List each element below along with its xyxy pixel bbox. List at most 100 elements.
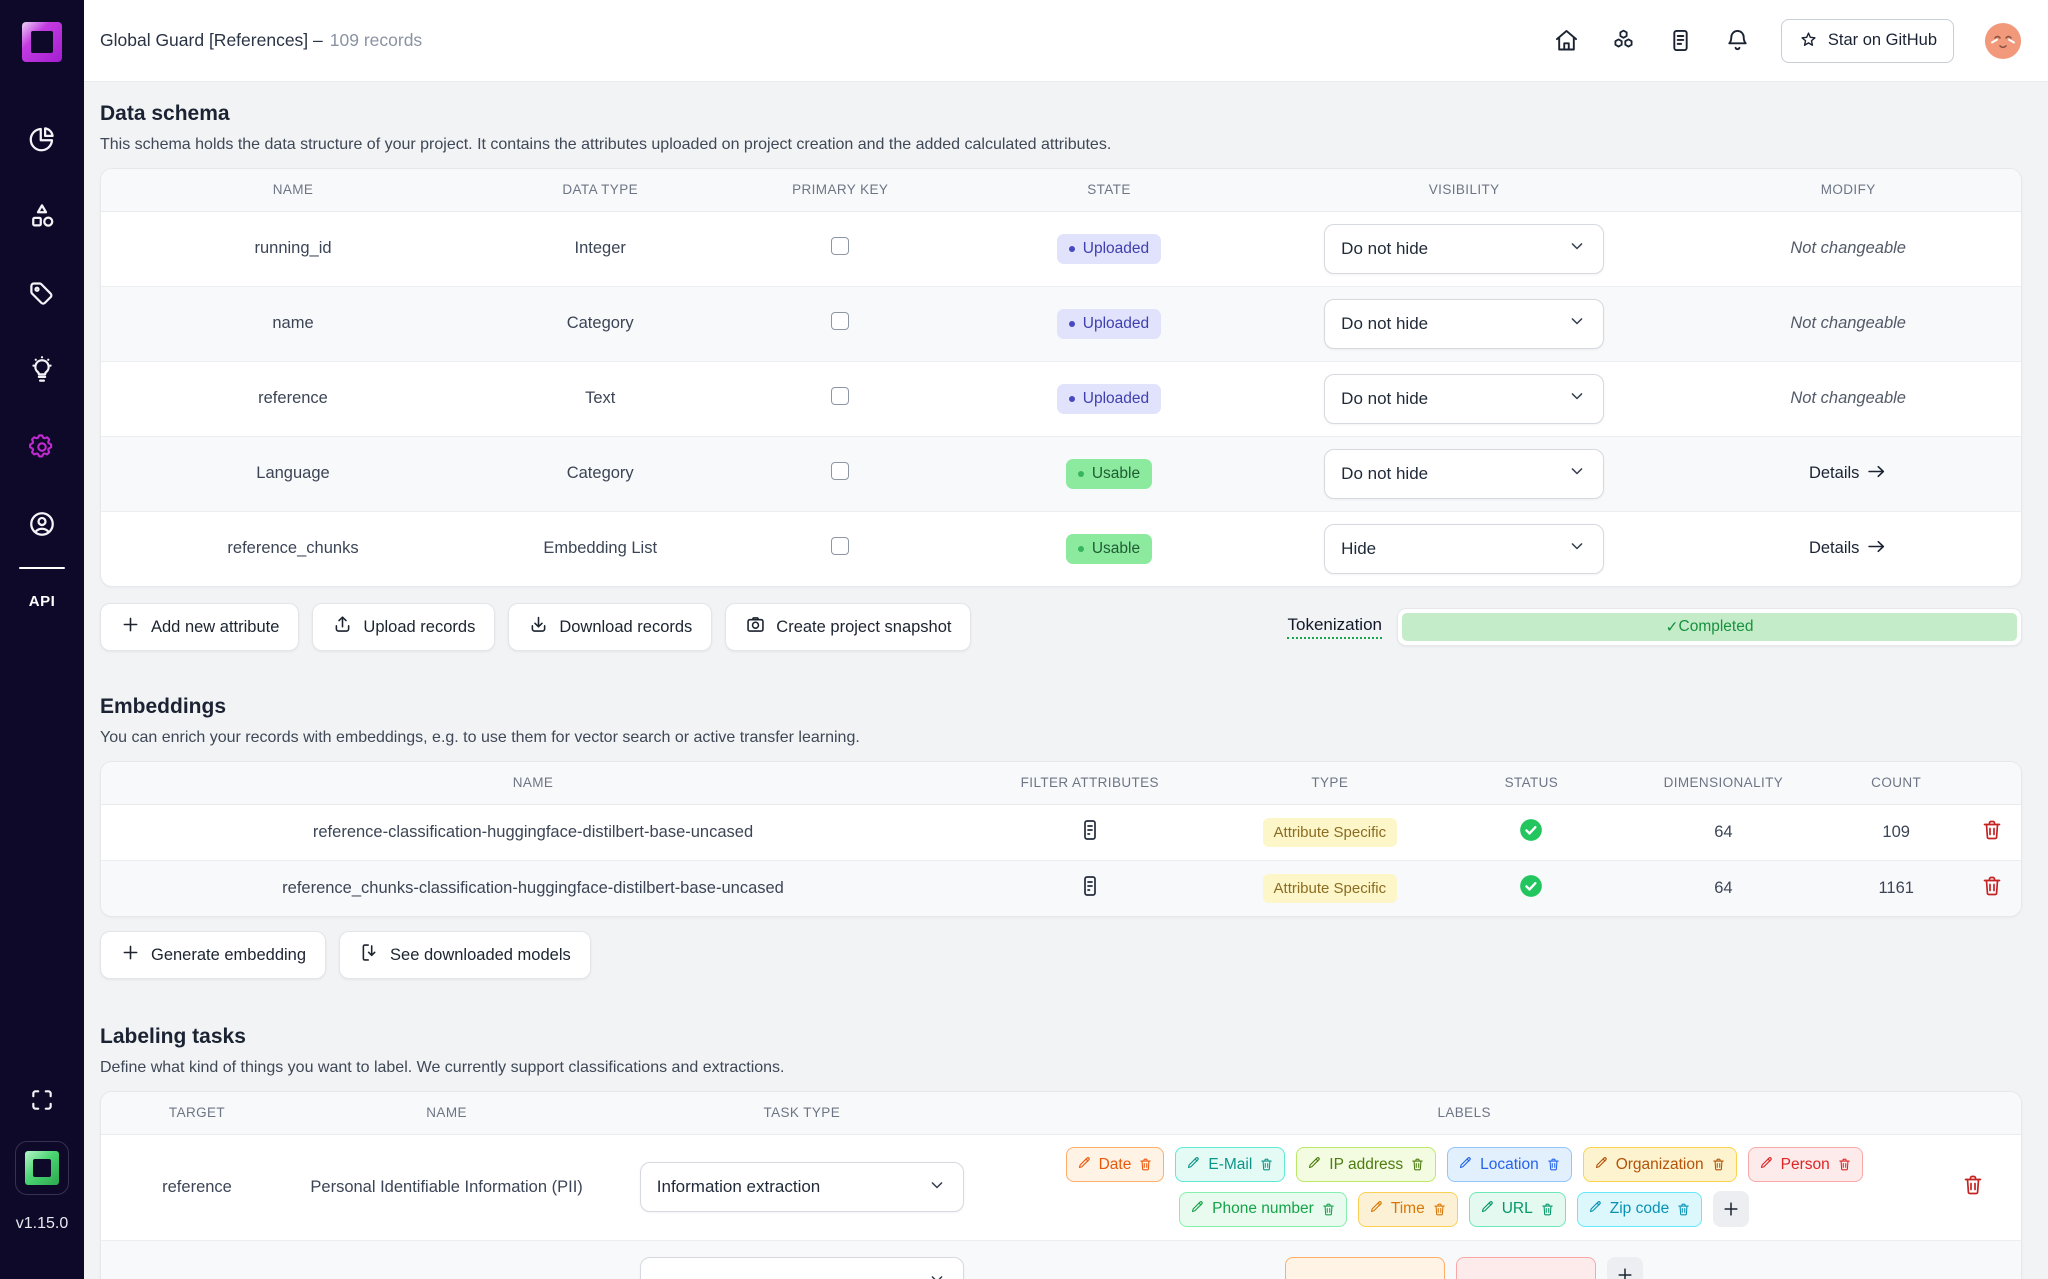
admin-icon[interactable] [27,509,57,539]
state-dot-icon [1069,321,1075,327]
plus-icon [120,614,141,640]
edit-label-icon[interactable] [1369,1199,1384,1219]
primary-key-checkbox[interactable] [831,462,849,480]
embeddings-table: NAMEFILTER ATTRIBUTESTYPESTATUSDIMENSION… [101,762,2021,916]
upload-records-button[interactable]: Upload records [312,603,495,651]
label-text: IP address [1329,1156,1403,1174]
label-chip[interactable]: E-Mail [1175,1147,1285,1182]
label-chip[interactable]: Zip code [1577,1192,1702,1227]
download-records-button[interactable]: Download records [508,603,712,651]
visibility-select[interactable]: Hide [1324,524,1604,574]
primary-key-checkbox[interactable] [831,312,849,330]
app-logo[interactable] [22,22,62,62]
primary-key-checkbox[interactable] [831,537,849,555]
edit-label-icon[interactable] [1588,1199,1603,1219]
column-header-empty [1925,1092,2021,1134]
fullscreen-icon[interactable] [29,1087,55,1113]
home-icon[interactable] [1553,27,1580,54]
api-label[interactable]: API [29,593,56,610]
embedding-type-badge: Attribute Specific [1263,874,1398,903]
label-text: Time [1391,1200,1425,1218]
notifications-icon[interactable] [1724,27,1751,54]
generate-embedding-button[interactable]: Generate embedding [100,931,326,979]
add-new-attribute-button[interactable]: Add new attribute [100,603,299,651]
attribute-data-type: Embedding List [485,511,715,586]
filter-attributes-icon[interactable] [1078,818,1102,842]
settings-icon[interactable] [27,432,57,462]
delete-label-icon[interactable] [1837,1157,1852,1172]
download-box-icon [359,942,380,968]
overview-icon[interactable] [27,124,57,154]
visibility-select[interactable]: Do not hide [1324,299,1604,349]
avatar[interactable] [1984,22,2022,60]
label-chip[interactable]: Organization [1583,1147,1737,1182]
add-label-button[interactable] [1713,1191,1749,1227]
star-on-github-button[interactable]: Star on GitHub [1781,19,1954,63]
notes-icon[interactable] [1667,27,1694,54]
details-link[interactable]: Details [1809,536,1887,562]
delete-task-button[interactable] [1961,1173,1985,1197]
task-type-select[interactable]: Information extraction [640,1162,964,1212]
attribute-name: running_id [101,211,485,286]
primary-key-checkbox[interactable] [831,237,849,255]
record-count: 109 records [330,30,422,51]
label-chip[interactable] [1285,1257,1445,1279]
embedding-dimensionality: 64 [1618,860,1829,916]
labeling-icon[interactable] [27,278,57,308]
label-chip[interactable]: IP address [1296,1147,1436,1182]
delete-label-icon[interactable] [1546,1157,1561,1172]
tokenization-progress-bar: ✓Completed [1397,608,2022,646]
visibility-select[interactable]: Do not hide [1324,224,1604,274]
edit-label-icon[interactable] [1077,1155,1092,1175]
integrations-icon[interactable] [1610,27,1637,54]
column-header: FILTER ATTRIBUTES [965,762,1215,804]
edit-label-icon[interactable] [1186,1155,1201,1175]
label-chip[interactable]: Phone number [1179,1192,1347,1227]
brand-logo-icon [25,1151,59,1185]
visibility-select[interactable]: Do not hide [1324,374,1604,424]
delete-label-icon[interactable] [1259,1157,1274,1172]
delete-embedding-button[interactable] [1980,818,2004,842]
delete-label-icon[interactable] [1711,1157,1726,1172]
brand-logo-box[interactable] [15,1141,69,1195]
delete-label-icon[interactable] [1138,1157,1153,1172]
label-chip[interactable]: URL [1469,1192,1566,1227]
delete-label-icon[interactable] [1321,1202,1336,1217]
main-area: Global Guard [References] – 109 records … [84,0,2048,1279]
visibility-select[interactable]: Do not hide [1324,449,1604,499]
label-chip[interactable]: Time [1358,1192,1458,1227]
delete-label-icon[interactable] [1540,1202,1555,1217]
page-title: Global Guard [References] – 109 records [100,30,422,51]
label-chip[interactable]: Date [1066,1147,1165,1182]
add-label-button[interactable] [1607,1257,1643,1279]
delete-label-icon[interactable] [1432,1202,1447,1217]
heuristics-icon[interactable] [27,355,57,385]
filter-attributes-icon[interactable] [1078,874,1102,898]
create-project-snapshot-button[interactable]: Create project snapshot [725,603,971,651]
state-badge: Uploaded [1057,384,1161,414]
attribute-name: name [101,286,485,361]
delete-label-icon[interactable] [1410,1157,1425,1172]
details-link[interactable]: Details [1809,461,1887,487]
primary-key-checkbox[interactable] [831,387,849,405]
embeddings-description: You can enrich your records with embeddi… [100,729,2022,747]
edit-label-icon[interactable] [1759,1155,1774,1175]
task-type-select[interactable] [640,1257,964,1279]
chevron-down-icon [927,1269,947,1279]
schema-table-row: Language Category Usable Do not hide Det… [101,436,2021,511]
state-dot-icon [1069,396,1075,402]
label-chip[interactable]: Location [1447,1147,1572,1182]
edit-label-icon[interactable] [1190,1199,1205,1219]
see-downloaded-models-button[interactable]: See downloaded models [339,931,591,979]
label-chip[interactable]: Person [1748,1147,1863,1182]
edit-label-icon[interactable] [1307,1155,1322,1175]
delete-embedding-button[interactable] [1980,874,2004,898]
label-chip[interactable] [1456,1257,1596,1279]
embeddings-section: Embeddings You can enrich your records w… [100,695,2022,979]
delete-label-icon[interactable] [1676,1202,1691,1217]
edit-label-icon[interactable] [1480,1199,1495,1219]
edit-label-icon[interactable] [1458,1155,1473,1175]
tokenization-label[interactable]: Tokenization [1287,615,1382,639]
data-browser-icon[interactable] [27,201,57,231]
edit-label-icon[interactable] [1594,1155,1609,1175]
